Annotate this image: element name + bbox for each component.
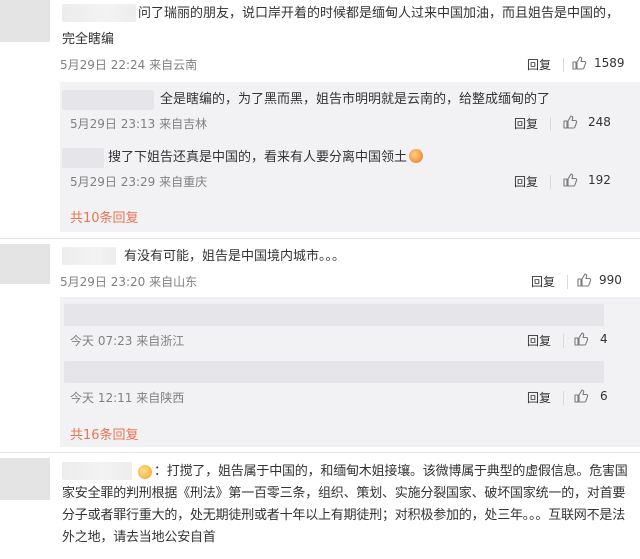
- reply-time: 今天 07:23 来自浙江: [70, 334, 185, 348]
- like-count: 4: [600, 332, 608, 346]
- avatar[interactable]: [0, 0, 50, 42]
- more-replies-link[interactable]: 共16条回复: [70, 424, 139, 443]
- comment-text: ：打搅了，姐告属于中国的，和缅甸木姐接壤。该微博属于典型的虚假信息。危害国家安全…: [62, 464, 628, 545]
- thumbs-up-icon[interactable]: [576, 272, 592, 288]
- thumbs-up-icon[interactable]: [562, 172, 578, 188]
- reply-time: 5月29日 23:13 来自吉林: [70, 117, 208, 131]
- blurred-username[interactable]: [62, 4, 136, 22]
- comment-text: 问了瑞丽的朋友，说口岸开着的时候都是缅甸人过来中国加油，而且姐告是中国的，: [138, 6, 620, 21]
- reply-button[interactable]: 回复: [531, 273, 555, 290]
- reply-text: 搜了下姐告还真是中国的，看来有人要分离中国领土: [108, 147, 424, 168]
- like-count: 192: [588, 173, 611, 187]
- thumbs-up-icon[interactable]: [571, 55, 587, 71]
- reply-button[interactable]: 回复: [527, 389, 551, 406]
- thumbs-up-icon[interactable]: [573, 331, 589, 347]
- reply-button[interactable]: 回复: [527, 56, 551, 73]
- like-count: 1589: [594, 56, 625, 70]
- more-replies-link[interactable]: 共10条回复: [70, 207, 139, 226]
- divider: [550, 175, 551, 189]
- divider: [563, 334, 564, 348]
- blurred-username[interactable]: [62, 247, 116, 265]
- like-count: 248: [588, 115, 611, 129]
- divider: [563, 58, 564, 72]
- face-emoji-icon: [409, 149, 424, 163]
- avatar[interactable]: [0, 244, 50, 284]
- divider: [0, 238, 640, 239]
- blurred-username[interactable]: [62, 90, 154, 110]
- thumbs-up-icon[interactable]: [573, 388, 589, 404]
- divider: [550, 117, 551, 131]
- divider: [0, 452, 640, 453]
- comment-time: 5月29日 23:20 来自山东: [60, 275, 198, 289]
- comment-text: 有没有可能，姐告是中国境内城市。。。: [124, 249, 346, 264]
- reply-button[interactable]: 回复: [514, 173, 538, 190]
- reply-time: 5月29日 23:29 来自重庆: [70, 175, 208, 189]
- blurred-reply-content: [64, 304, 604, 326]
- blurred-username[interactable]: [62, 148, 104, 168]
- divider: [567, 275, 568, 289]
- thumbs-up-icon[interactable]: [562, 114, 578, 130]
- blurred-reply-content: [64, 361, 604, 383]
- comment-text-continued: 完全瞎编: [62, 32, 115, 47]
- like-count: 990: [599, 273, 622, 287]
- comment-time: 5月29日 22:24 来自云南: [60, 58, 198, 72]
- reply-button[interactable]: 回复: [527, 332, 551, 349]
- like-count: 6: [600, 389, 608, 403]
- divider: [563, 391, 564, 405]
- avatar[interactable]: [0, 458, 50, 500]
- reply-time: 今天 12:11 来自陕西: [70, 391, 185, 405]
- reply-button[interactable]: 回复: [514, 115, 538, 132]
- reply-text: 全是瞎编的，为了黑而黑，姐告市明明就是云南的，给整成缅甸的了: [160, 92, 551, 107]
